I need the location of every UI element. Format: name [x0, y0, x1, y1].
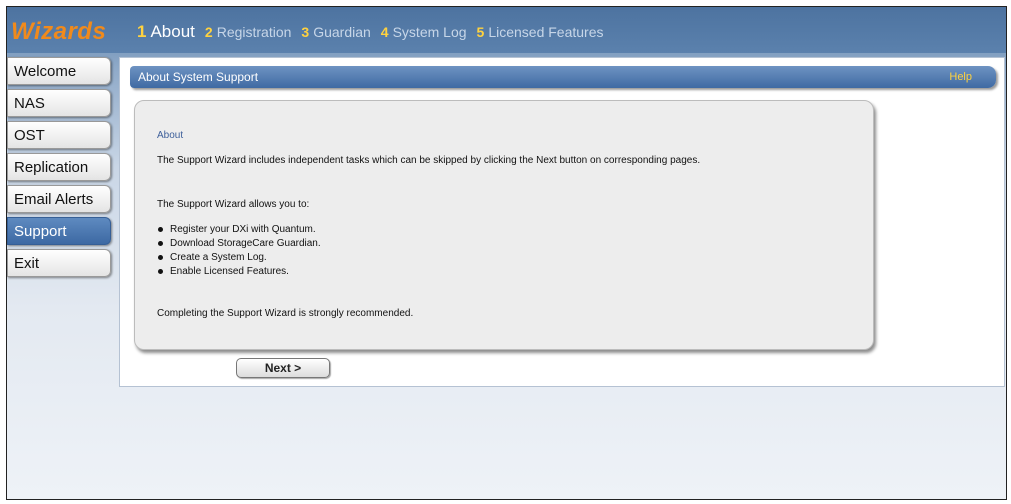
step-number: 1 — [137, 22, 147, 41]
step-number: 4 — [380, 24, 389, 40]
about-panel: About The Support Wizard includes indepe… — [134, 100, 874, 350]
step-label: Licensed Features — [488, 24, 604, 40]
sidebar-item-nas[interactable]: NAS — [7, 89, 111, 117]
page-title: About System Support — [138, 70, 259, 84]
list-item: Register your DXi with Quantum. — [157, 223, 321, 237]
sidebar-item-welcome[interactable]: Welcome — [7, 57, 111, 85]
sidebar-item-exit[interactable]: Exit — [7, 249, 111, 277]
step-system-log[interactable]: 4 System Log — [381, 24, 467, 40]
sidebar-item-ost[interactable]: OST — [7, 121, 111, 149]
wizard-steps: 1 About 2 Registration 3 Guardian 4 Syst… — [137, 22, 604, 42]
wizard-window: Wizards 1 About 2 Registration 3 Guardia… — [6, 6, 1007, 500]
step-label: Guardian — [313, 24, 371, 40]
bullet-icon — [158, 241, 163, 246]
main-content: About System Support Help About The Supp… — [119, 57, 1005, 387]
step-registration[interactable]: 2 Registration — [205, 24, 292, 40]
brand-title: Wizards — [11, 18, 107, 45]
step-number: 5 — [476, 24, 485, 40]
step-number: 3 — [301, 24, 310, 40]
list-item: Download StorageCare Guardian. — [157, 237, 321, 251]
bullet-icon — [158, 227, 163, 232]
bullet-icon — [158, 255, 163, 260]
step-about[interactable]: 1 About — [137, 22, 195, 42]
intro-text: The Support Wizard includes independent … — [157, 155, 701, 166]
step-guardian[interactable]: 3 Guardian — [301, 24, 370, 40]
task-list: Register your DXi with Quantum. Download… — [157, 223, 321, 279]
help-link[interactable]: Help — [949, 71, 972, 83]
bullet-icon — [158, 269, 163, 274]
list-item-text: Enable Licensed Features. — [170, 266, 289, 277]
step-label: Registration — [216, 24, 292, 40]
sidebar-item-support[interactable]: Support — [7, 217, 111, 245]
step-number: 2 — [204, 24, 213, 40]
sidebar-item-replication[interactable]: Replication — [7, 153, 111, 181]
step-licensed-features[interactable]: 5 Licensed Features — [477, 24, 604, 40]
list-item-text: Download StorageCare Guardian. — [170, 238, 321, 249]
list-item-text: Register your DXi with Quantum. — [170, 224, 316, 235]
next-button[interactable]: Next > — [236, 358, 330, 378]
panel-heading: About — [157, 130, 184, 141]
step-label: About — [150, 22, 195, 41]
closing-text: Completing the Support Wizard is strongl… — [157, 308, 414, 319]
step-label: System Log — [392, 24, 467, 40]
list-item-text: Create a System Log. — [170, 252, 267, 263]
sidebar-item-email-alerts[interactable]: Email Alerts — [7, 185, 111, 213]
top-bar: Wizards 1 About 2 Registration 3 Guardia… — [7, 7, 1006, 53]
list-item: Enable Licensed Features. — [157, 265, 321, 279]
list-item: Create a System Log. — [157, 251, 321, 265]
allows-text: The Support Wizard allows you to: — [157, 199, 310, 210]
sidebar: Welcome NAS OST Replication Email Alerts… — [7, 57, 113, 281]
section-title-bar: About System Support Help — [130, 66, 996, 88]
